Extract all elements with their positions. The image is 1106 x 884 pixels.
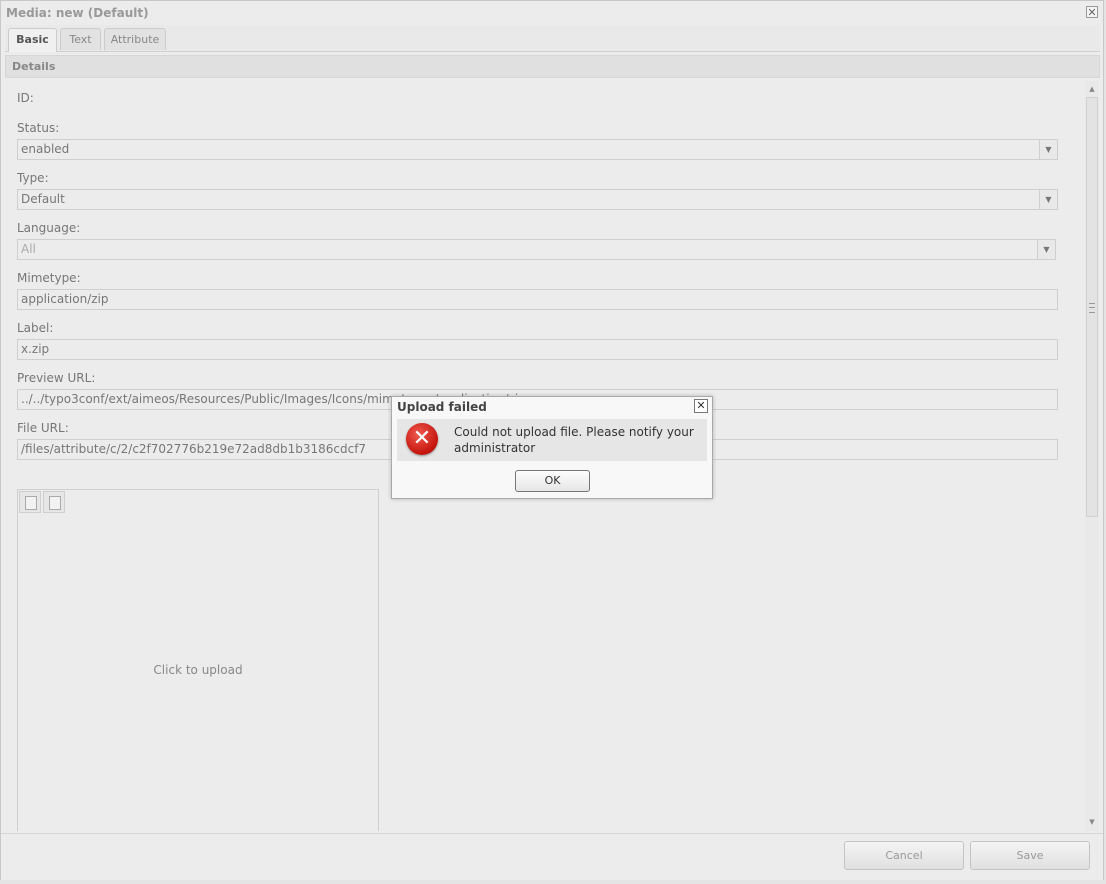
upload-toolbar-button[interactable] (19, 491, 41, 513)
tab-attribute[interactable]: Attribute (104, 28, 166, 50)
details-section-header: Details (5, 55, 1100, 78)
type-select[interactable]: Default ▼ (17, 189, 1058, 210)
chevron-down-icon[interactable]: ▼ (1039, 140, 1057, 159)
vertical-scrollbar[interactable]: ▲ ▼ (1085, 81, 1099, 831)
upload-toolbar-button[interactable] (43, 491, 65, 513)
mimetype-input[interactable]: application/zip (17, 289, 1058, 310)
language-select: All ▼ (17, 239, 1056, 260)
language-label: Language: (17, 221, 81, 235)
status-select[interactable]: enabled ▼ (17, 139, 1058, 160)
grip-icon (1089, 303, 1095, 313)
status-value: enabled (21, 142, 70, 156)
preview-url-label: Preview URL: (17, 371, 96, 385)
error-icon: ✕ (406, 423, 438, 455)
label-input[interactable]: x.zip (17, 339, 1058, 360)
document-icon (25, 496, 37, 510)
footer-bar: Cancel Save (1, 833, 1103, 880)
cancel-button[interactable]: Cancel (844, 841, 964, 870)
upload-failed-dialog: Upload failed ✕ ✕ Could not upload file.… (391, 396, 713, 499)
upload-panel[interactable]: Click to upload (17, 489, 379, 831)
scroll-thumb[interactable] (1086, 97, 1098, 517)
scroll-up-icon[interactable]: ▲ (1087, 84, 1097, 94)
chevron-down-icon[interactable]: ▼ (1039, 190, 1057, 209)
dialog-title: Upload failed (397, 400, 487, 414)
label-label: Label: (17, 321, 54, 335)
mimetype-label: Mimetype: (17, 271, 81, 285)
dialog-message: Could not upload file. Please notify you… (454, 425, 694, 455)
file-url-label: File URL: (17, 421, 69, 435)
dialog-body: ✕ Could not upload file. Please notify y… (397, 419, 707, 461)
document-icon (49, 496, 61, 510)
status-label: Status: (17, 121, 60, 135)
id-label: ID: (17, 91, 34, 105)
window-close-button[interactable]: ✕ (1086, 6, 1098, 18)
type-label: Type: (17, 171, 49, 185)
window-title: Media: new (Default) (6, 6, 149, 20)
tab-bar: Basic Text Attribute (5, 25, 1100, 52)
tab-text[interactable]: Text (60, 28, 101, 50)
tab-basic[interactable]: Basic (8, 28, 57, 52)
save-button[interactable]: Save (970, 841, 1090, 870)
window-title-bar: Media: new (Default) ✕ (1, 1, 1103, 25)
type-value: Default (21, 192, 65, 206)
ok-button[interactable]: OK (515, 470, 590, 492)
click-to-upload-text[interactable]: Click to upload (18, 663, 378, 677)
language-value: All (21, 242, 36, 256)
chevron-down-icon: ▼ (1037, 240, 1055, 259)
scroll-down-icon[interactable]: ▼ (1087, 817, 1097, 827)
dialog-close-button[interactable]: ✕ (694, 399, 708, 413)
